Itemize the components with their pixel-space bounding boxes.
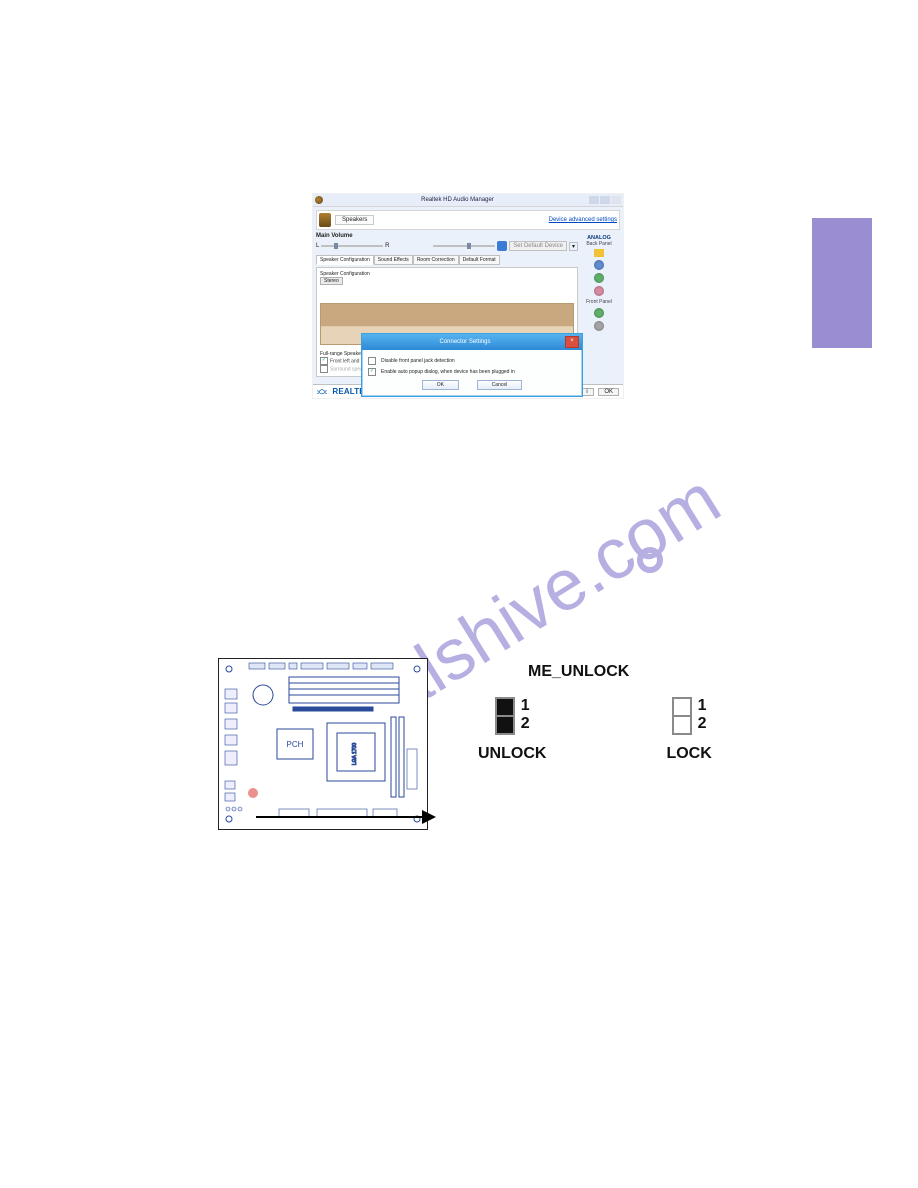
device-advanced-settings-link[interactable]: Device advanced settings [549, 217, 617, 223]
pin1-label: 1 [521, 697, 530, 715]
speaker-config-dropdown[interactable]: Stereo [320, 277, 343, 285]
jumper-lock: 1 2 LOCK [666, 697, 711, 763]
tab-room-correction[interactable]: Room Correction [413, 255, 459, 265]
pin1-label-2: 1 [698, 697, 707, 715]
main-volume-label: Main Volume [316, 233, 578, 239]
disable-front-panel-label: Disable front panel jack detection [381, 358, 455, 364]
dialog-cancel-button[interactable]: Cancel [477, 380, 523, 390]
pin2-label-2: 2 [698, 715, 707, 733]
main-volume-slider[interactable] [433, 245, 495, 247]
jack-speakers-front[interactable] [594, 308, 604, 318]
svg-text:PCH: PCH [287, 740, 304, 749]
connector-settings-dialog: Connector Settings × Disable front panel… [361, 333, 583, 397]
pin2-label: 2 [521, 715, 530, 733]
tab-default-format[interactable]: Default Format [459, 255, 500, 265]
device-tab-row: Speakers Device advanced settings [316, 210, 620, 230]
maximize-button[interactable] [600, 196, 610, 204]
jumper-unlock-diagram [495, 697, 515, 735]
back-panel-label: Back Panel [578, 241, 620, 247]
crab-icon [317, 388, 327, 396]
svg-text:LGA 1700: LGA 1700 [352, 743, 358, 765]
dialog-titlebar[interactable]: Connector Settings × [362, 334, 582, 350]
jumper-unlock: 1 2 UNLOCK [478, 697, 546, 763]
jumper-legend: ME_UNLOCK 1 2 UNLOCK [478, 663, 712, 763]
disable-front-panel-checkbox[interactable] [368, 357, 376, 365]
set-default-device-button[interactable]: Set Default Device [509, 241, 567, 251]
minimize-button[interactable] [589, 196, 599, 204]
window-title: Realtek HD Audio Manager [327, 197, 588, 203]
surround-checkbox[interactable] [320, 365, 328, 373]
speakers-icon [319, 213, 331, 227]
window-titlebar[interactable]: Realtek HD Audio Manager [313, 194, 623, 207]
jack-panel: ANALOG Back Panel Front Panel [578, 233, 620, 377]
tab-speaker-configuration[interactable]: Speaker Configuration [316, 255, 374, 265]
motherboard-diagram: PCH LGA 1700 [218, 658, 428, 830]
settings-tabs: Speaker Configuration Sound Effects Room… [316, 255, 578, 265]
jumper-lock-diagram [672, 697, 692, 735]
jack-mic-front[interactable] [594, 321, 604, 331]
volume-r-label: R [385, 243, 389, 249]
jack-line-in[interactable] [594, 260, 604, 270]
jumper-heading: ME_UNLOCK [528, 663, 712, 681]
speaker-config-panel: Speaker Configuration Stereo Full-range … [316, 267, 578, 377]
side-tab [812, 218, 872, 348]
set-default-dropdown[interactable]: ▾ [569, 242, 578, 251]
front-panel-label: Front Panel [578, 299, 620, 305]
close-button[interactable] [611, 196, 621, 204]
enable-auto-popup-checkbox[interactable] [368, 368, 376, 376]
jack-speakers-back[interactable] [594, 273, 604, 283]
dialog-title: Connector Settings [365, 339, 565, 345]
connector-settings-icon[interactable] [594, 249, 604, 257]
footer-ok-button[interactable]: OK [598, 388, 619, 396]
mute-icon[interactable] [497, 241, 507, 251]
unlock-label: UNLOCK [478, 745, 546, 763]
realtek-audio-manager-window: Realtek HD Audio Manager Speakers Device… [312, 193, 624, 399]
dialog-ok-button[interactable]: OK [422, 380, 459, 390]
front-lr-checkbox[interactable] [320, 357, 328, 365]
volume-l-label: L [316, 243, 319, 249]
enable-auto-popup-label: Enable auto popup dialog, when device ha… [381, 369, 515, 375]
speakers-tab[interactable]: Speakers [335, 215, 374, 225]
tab-sound-effects[interactable]: Sound Effects [374, 255, 413, 265]
speaker-config-label: Speaker Configuration [320, 271, 574, 277]
balance-slider[interactable] [321, 245, 383, 247]
app-icon [315, 196, 323, 204]
diagram-arrow [256, 808, 436, 828]
lock-label: LOCK [666, 745, 711, 763]
jack-mic-back[interactable] [594, 286, 604, 296]
dialog-close-button[interactable]: × [565, 336, 579, 348]
